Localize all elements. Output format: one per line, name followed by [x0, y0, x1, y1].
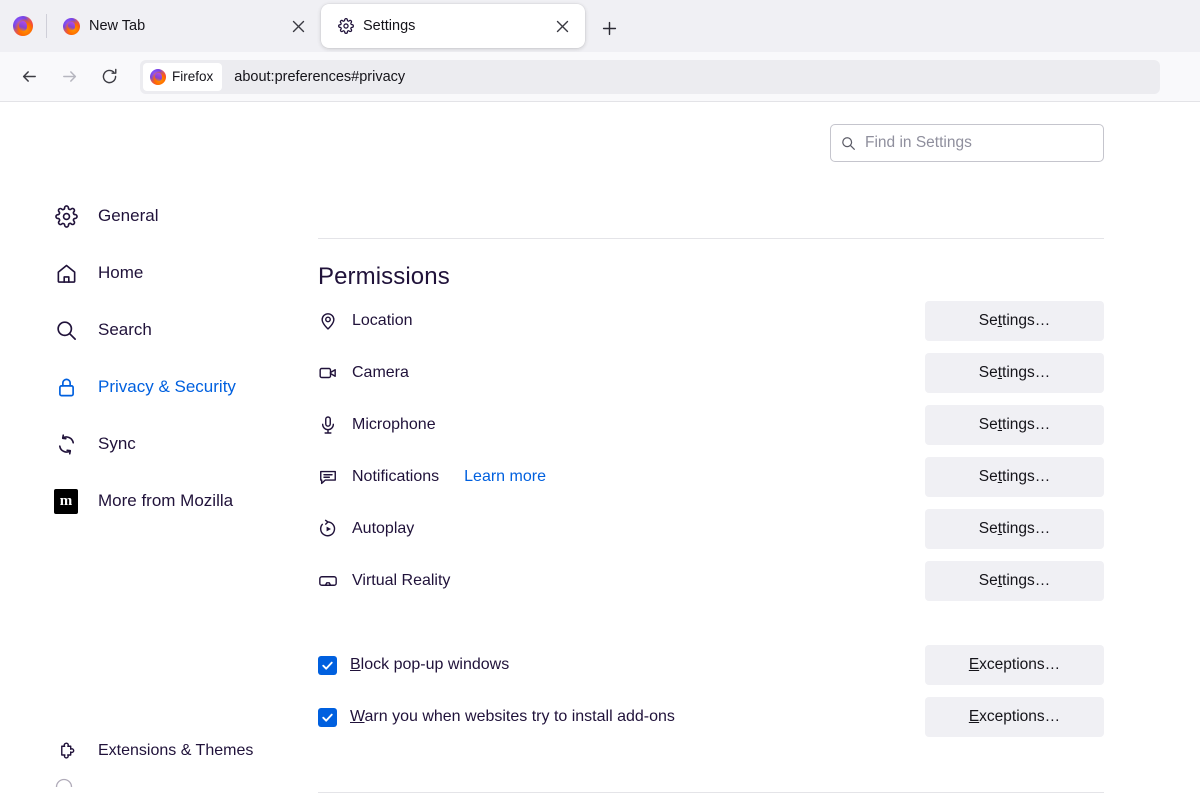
settings-sidebar: General Home Search Privacy & Security S…: [0, 102, 300, 799]
url-bar[interactable]: Firefox about:preferences#privacy: [140, 59, 1160, 94]
block-popups-label[interactable]: Block pop-up windows: [350, 656, 509, 674]
block-popups-exceptions-button[interactable]: Exceptions…: [925, 645, 1104, 685]
sidebar-item-more-from-mozilla[interactable]: m More from Mozilla: [0, 481, 300, 521]
sidebar-item-cut-off[interactable]: [0, 777, 300, 787]
tab-bar: New Tab Settings: [0, 0, 1200, 52]
sidebar-item-privacy-security[interactable]: Privacy & Security: [0, 367, 300, 407]
firefox-logo-icon: [150, 68, 166, 85]
browser-window: New Tab Settings Firefox about:preferenc…: [0, 0, 1200, 800]
button-label: Settings…: [978, 520, 1051, 537]
tab-new-tab[interactable]: New Tab: [47, 4, 321, 48]
block-popups-checkbox[interactable]: [318, 655, 337, 675]
app-menu-firefox-logo: [0, 0, 46, 52]
sidebar-item-general[interactable]: General: [0, 196, 300, 236]
permission-label: Microphone: [352, 416, 436, 433]
close-icon[interactable]: [287, 15, 309, 37]
button-label: Settings…: [978, 364, 1051, 381]
permission-label: Virtual Reality: [352, 572, 451, 589]
page-title: Permissions: [318, 263, 450, 290]
reload-icon[interactable]: [92, 60, 126, 94]
section-divider-bottom: [318, 792, 1104, 793]
tab-title: New Tab: [89, 18, 146, 34]
warn-addons-label[interactable]: Warn you when websites try to install ad…: [350, 708, 675, 726]
close-icon[interactable]: [551, 15, 573, 37]
button-label: Settings…: [978, 416, 1051, 433]
mozilla-badge-letter: m: [54, 488, 78, 514]
permission-row-location: Location Settings…: [318, 295, 1104, 347]
tab-title: Settings: [363, 18, 416, 34]
sidebar-item-extensions-themes[interactable]: Extensions & Themes: [0, 731, 300, 771]
sidebar-item-sync[interactable]: Sync: [0, 424, 300, 464]
microphone-icon: [318, 415, 338, 435]
settings-main-content: Permissions Location Settings… Camera Se…: [318, 102, 1104, 799]
sidebar-item-label: Home: [98, 263, 144, 282]
section-divider-top: [318, 238, 1104, 239]
url-text: about:preferences#privacy: [234, 68, 406, 85]
new-tab-button[interactable]: [593, 12, 625, 44]
checkbox-row-warn-addons: Warn you when websites try to install ad…: [318, 691, 1104, 743]
microphone-settings-button[interactable]: Settings…: [925, 405, 1104, 445]
location-settings-button[interactable]: Settings…: [925, 301, 1104, 341]
notification-bubble-icon: [318, 467, 338, 487]
camera-settings-button[interactable]: Settings…: [925, 353, 1104, 393]
warn-addons-exceptions-button[interactable]: Exceptions…: [925, 697, 1104, 737]
button-label: Exceptions…: [968, 656, 1061, 673]
location-pin-icon: [318, 311, 338, 331]
preferences-page: Find in Settings General Home Search Pri…: [0, 102, 1200, 799]
permission-row-camera: Camera Settings…: [318, 347, 1104, 399]
permission-label: Autoplay: [352, 520, 415, 537]
camera-icon: [318, 363, 338, 383]
button-label: Exceptions…: [968, 708, 1061, 725]
back-arrow-icon[interactable]: [12, 60, 46, 94]
tab-settings[interactable]: Settings: [321, 4, 585, 48]
button-label: Settings…: [978, 312, 1051, 329]
permissions-checkbox-group: Block pop-up windows Exceptions… Warn yo…: [318, 639, 1104, 743]
learn-more-link[interactable]: Learn more: [464, 468, 546, 486]
puzzle-piece-icon: [54, 739, 78, 763]
permission-label: Location: [352, 312, 413, 329]
virtual-reality-settings-button[interactable]: Settings…: [925, 561, 1104, 601]
forward-arrow-icon[interactable]: [52, 60, 86, 94]
notifications-settings-button[interactable]: Settings…: [925, 457, 1104, 497]
sidebar-item-label: Search: [98, 320, 152, 339]
gear-icon: [337, 18, 354, 35]
identity-label: Firefox: [172, 69, 214, 84]
search-icon: [54, 318, 78, 342]
mozilla-m-icon: m: [54, 488, 78, 514]
sidebar-item-label: Sync: [98, 434, 136, 453]
home-icon: [54, 261, 78, 285]
sidebar-item-label: Privacy & Security: [98, 377, 236, 396]
firefox-logo-icon: [63, 17, 80, 35]
button-label: Settings…: [978, 572, 1051, 589]
navigation-toolbar: Firefox about:preferences#privacy: [0, 52, 1200, 102]
checkbox-row-block-popups: Block pop-up windows Exceptions…: [318, 639, 1104, 691]
autoplay-icon: [318, 519, 338, 539]
button-label: Settings…: [978, 468, 1051, 485]
permission-row-microphone: Microphone Settings…: [318, 399, 1104, 451]
identity-chip[interactable]: Firefox: [143, 62, 223, 91]
permission-row-notifications: Notifications Learn more Settings…: [318, 451, 1104, 503]
firefox-logo-icon: [13, 16, 33, 36]
gear-icon: [54, 204, 78, 228]
sidebar-item-label: More from Mozilla: [98, 491, 234, 510]
warn-addons-checkbox[interactable]: [318, 707, 337, 727]
permission-row-autoplay: Autoplay Settings…: [318, 503, 1104, 555]
sidebar-item-search[interactable]: Search: [0, 310, 300, 350]
autoplay-settings-button[interactable]: Settings…: [925, 509, 1104, 549]
sync-icon: [54, 432, 78, 456]
permission-row-virtual-reality: Virtual Reality Settings…: [318, 555, 1104, 607]
sidebar-item-home[interactable]: Home: [0, 253, 300, 293]
sidebar-item-label: General: [98, 206, 159, 225]
vr-headset-icon: [318, 571, 338, 591]
support-icon: [54, 778, 74, 787]
sidebar-item-label: Extensions & Themes: [98, 742, 254, 759]
lock-icon: [54, 375, 78, 399]
permission-label: Notifications: [352, 468, 440, 485]
sidebar-bottom-section: Extensions & Themes: [0, 731, 300, 787]
permission-label: Camera: [352, 364, 409, 381]
